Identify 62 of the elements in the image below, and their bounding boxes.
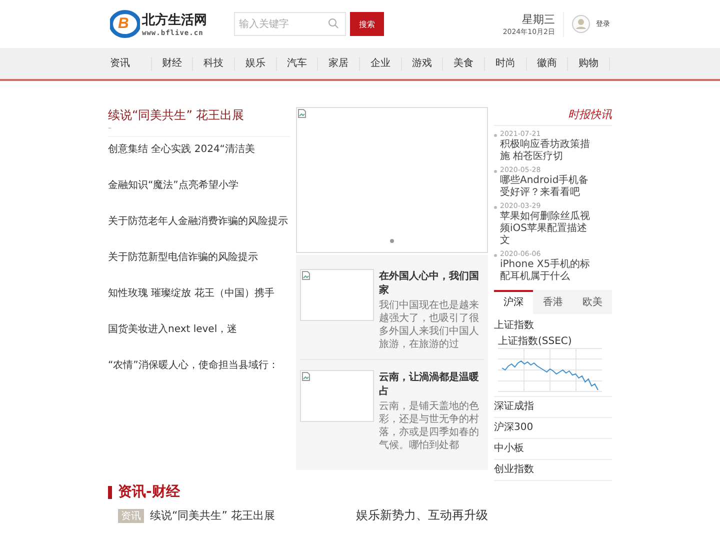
article-title[interactable]: 续说“同美共生” 花王出展 — [150, 508, 320, 523]
slider-dot[interactable] — [390, 239, 394, 243]
broken-image-icon — [302, 271, 310, 280]
nav-item[interactable]: 时尚 — [485, 56, 527, 70]
index-link[interactable]: 沪深300 — [494, 418, 612, 439]
image-slider[interactable] — [296, 107, 488, 253]
nav-item[interactable]: 购物 — [568, 56, 610, 70]
index-name: 上证指数 — [494, 318, 535, 332]
search-button[interactable]: 搜索 — [350, 12, 384, 36]
weekday: 星期三 — [522, 12, 555, 26]
site-name: 北方生活网 — [142, 12, 207, 29]
market-tab[interactable]: 沪深 — [494, 290, 534, 314]
nav-item[interactable]: 家居 — [318, 56, 360, 70]
search-field[interactable]: 输入关键字 — [234, 12, 346, 36]
bullet-icon — [494, 254, 497, 257]
nav-item[interactable]: 科技 — [193, 56, 236, 70]
section-marker — [108, 486, 112, 498]
headline-link[interactable]: 金融知识“魔法”点亮希望小学 — [108, 179, 290, 215]
image-placeholder[interactable] — [300, 370, 374, 422]
section-title: 资讯-财经 — [118, 483, 180, 501]
logo-swirl-icon — [110, 10, 140, 38]
feature-title[interactable]: 在外国人心中，我们国家 — [379, 269, 484, 297]
nav-item[interactable]: 企业 — [360, 56, 402, 70]
market-tab[interactable]: 香港 — [533, 290, 573, 314]
logo-letter: B — [118, 15, 129, 32]
news-link[interactable]: 苹果如何删除丝瓜视频iOS苹果配置描述文 — [500, 211, 596, 247]
index-link[interactable]: 创业指数 — [494, 460, 612, 481]
news-link[interactable]: 哪些Android手机备受好评？来看看吧 — [500, 175, 596, 199]
headline-link[interactable]: 关于防范老年人金融消费诈骗的风险提示 — [108, 215, 290, 251]
feature-title[interactable]: 云南，让渦渦都是温暖占 — [379, 370, 484, 398]
broken-image-icon — [298, 109, 306, 118]
chart-title: 上证指数(SSEC) — [498, 334, 573, 348]
broken-image-icon — [302, 372, 310, 381]
bullet-icon — [494, 170, 497, 173]
headline-link[interactable]: “农情”消保暖人心，使命担当县域行： — [108, 359, 290, 395]
article-title[interactable]: 娱乐新势力、互动再升级 — [356, 507, 488, 524]
image-placeholder[interactable] — [300, 269, 374, 321]
headline-link[interactable]: 创意集结 全心实践 2024“清洁美 — [108, 143, 290, 179]
headline-link[interactable]: 国货美妆进入next level，迷 — [108, 323, 290, 359]
nav-item[interactable]: 徽商 — [526, 56, 568, 70]
avatar-icon[interactable] — [572, 15, 590, 33]
category-tag: 资讯 — [118, 508, 144, 522]
index-link[interactable]: 中小板 — [494, 439, 612, 460]
bullet-icon — [494, 134, 497, 137]
news-link[interactable]: 积极响应香坊政策措施 柏苍医疗切 — [500, 139, 596, 163]
market-tab[interactable]: 欧美 — [572, 290, 612, 314]
index-link[interactable]: 深证成指 — [494, 397, 612, 418]
bullet-icon — [494, 206, 497, 209]
nav-item[interactable]: 娱乐 — [235, 56, 277, 70]
nav-item[interactable]: 汽车 — [276, 56, 318, 70]
nav-item[interactable]: 资讯 — [110, 56, 152, 70]
search-icon — [328, 18, 339, 29]
nav-item[interactable]: 游戏 — [402, 56, 444, 70]
nav-item[interactable]: 财经 — [152, 56, 194, 70]
feature-summary: 我们中国现在也是越来越强大了，也吸引了很多外国人来我们中国人旅游，在旅游的过 — [379, 299, 480, 351]
headline-link[interactable]: 知性玫瑰 璀璨绽放 花王（中国）携手 — [108, 287, 290, 323]
news-heading: 时报快讯 — [494, 107, 612, 126]
feature-summary: 云南，是铺天盖地的色彩，还是与世无争的村落，亦或是四季如春的气候。哪怕到处都 — [379, 400, 480, 452]
headline-title[interactable]: 续说“同美共生” 花王出展 — [108, 107, 290, 124]
headline-link[interactable]: 关于防范新型电信诈骗的风险提示 — [108, 251, 290, 287]
nav-item[interactable]: 美食 — [443, 56, 486, 70]
news-link[interactable]: iPhone X5手机的标配耳机属于什么 — [500, 259, 596, 283]
